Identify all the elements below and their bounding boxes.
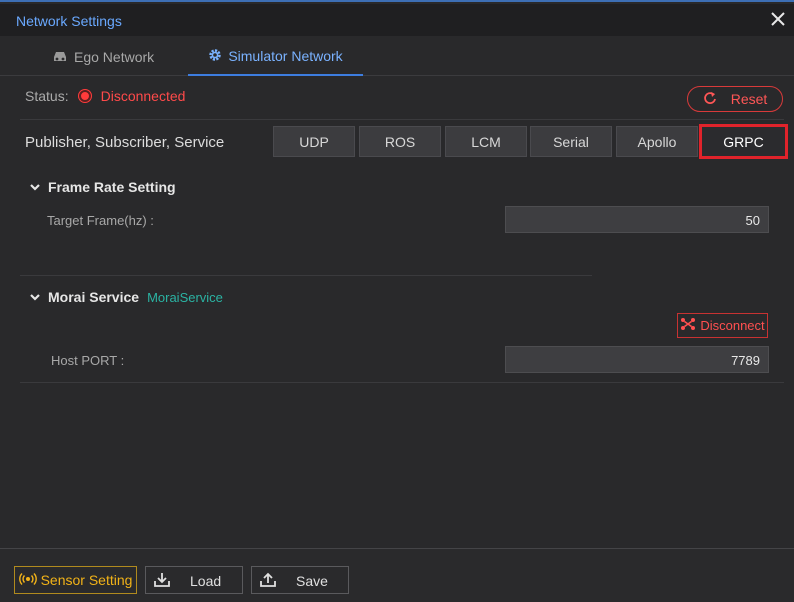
chevron-down-icon <box>30 289 40 305</box>
divider <box>20 119 784 120</box>
title-bar: Network Settings <box>0 4 794 36</box>
window-title: Network Settings <box>16 13 122 29</box>
tab-simulator-network[interactable]: Simulator Network <box>188 38 363 76</box>
target-frame-input[interactable]: 50 <box>505 206 769 233</box>
frame-rate-section-header[interactable]: Frame Rate Setting <box>30 179 176 195</box>
download-icon <box>154 572 170 591</box>
host-port-label: Host PORT : <box>51 353 125 368</box>
tab-label: Simulator Network <box>228 48 343 64</box>
protocol-ros-button[interactable]: ROS <box>359 126 441 157</box>
broadcast-icon <box>18 572 37 588</box>
protocol-apollo-button[interactable]: Apollo <box>616 126 698 157</box>
divider <box>20 382 784 383</box>
tab-label: Ego Network <box>74 49 155 65</box>
tab-ego-network[interactable]: Ego Network <box>52 38 154 76</box>
protocol-lcm-button[interactable]: LCM <box>445 126 527 157</box>
gear-icon <box>208 48 222 65</box>
tab-bar: Ego Network Simulator Network <box>0 38 794 76</box>
close-icon[interactable] <box>768 8 788 30</box>
divider <box>20 275 592 276</box>
save-label: Save <box>296 573 328 589</box>
reset-button[interactable]: Reset <box>687 86 783 112</box>
status-value: Disconnected <box>100 88 186 104</box>
section-title: Morai Service <box>48 289 140 305</box>
protocol-label: Publisher, Subscriber, Service <box>25 134 225 151</box>
footer-bar: Sensor Setting Load Save <box>0 548 794 602</box>
sensor-setting-label: Sensor Setting <box>40 572 133 588</box>
refresh-icon <box>703 91 717 108</box>
disconnect-label: Disconnect <box>700 318 765 333</box>
disconnect-button[interactable]: Disconnect <box>677 313 768 338</box>
save-button[interactable]: Save <box>251 566 349 594</box>
disconnect-icon <box>680 317 696 334</box>
host-port-input[interactable]: 7789 <box>505 346 769 373</box>
morai-service-section-header[interactable]: Morai Service MoraiService <box>30 289 223 305</box>
sensor-setting-button[interactable]: Sensor Setting <box>14 566 137 594</box>
load-button[interactable]: Load <box>145 566 243 594</box>
upload-icon <box>260 572 276 591</box>
status-row: Status: Disconnected <box>25 88 185 104</box>
service-name: MoraiService <box>147 289 223 305</box>
load-label: Load <box>190 573 222 589</box>
protocol-udp-button[interactable]: UDP <box>273 126 355 157</box>
network-settings-window: Network Settings Ego Network Simulator N… <box>0 0 794 602</box>
status-label: Status: <box>25 88 69 104</box>
chevron-down-icon <box>30 179 40 195</box>
protocol-serial-button[interactable]: Serial <box>530 126 612 157</box>
reset-label: Reset <box>730 91 768 107</box>
target-frame-label: Target Frame(hz) : <box>47 213 154 228</box>
car-icon <box>52 49 68 66</box>
section-title: Frame Rate Setting <box>48 179 176 195</box>
status-indicator-icon <box>78 90 91 102</box>
protocol-grpc-button[interactable]: GRPC <box>699 124 788 159</box>
